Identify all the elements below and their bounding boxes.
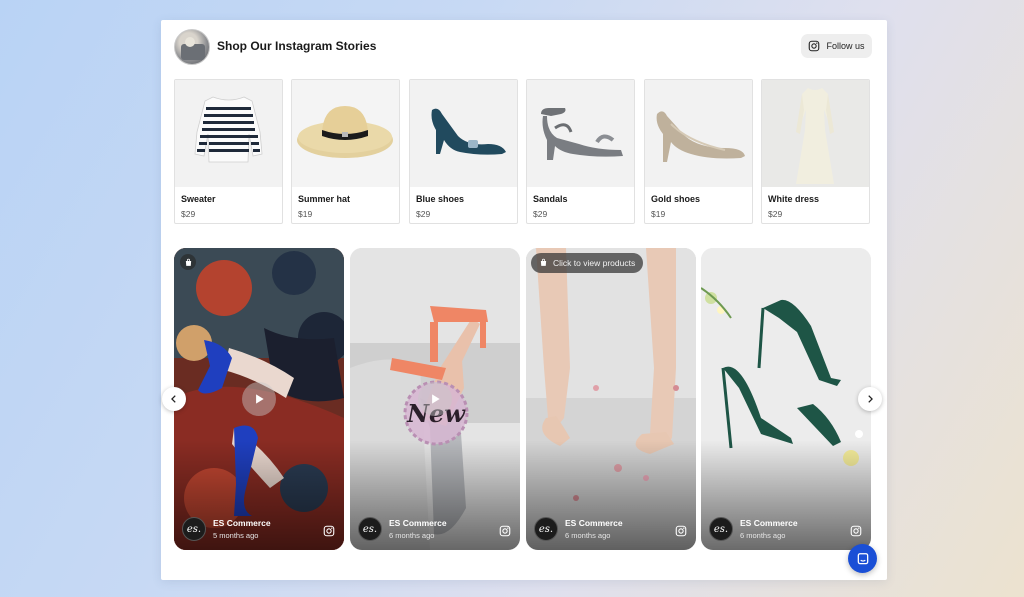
story-account-name: ES Commerce [740, 518, 798, 528]
product-row: Sweater $29 Summer hat $19 Blue shoes $2… [174, 79, 871, 224]
brand-logo: es. [358, 517, 382, 541]
product-name: Gold shoes [651, 194, 701, 204]
gray-sandal-icon [541, 108, 623, 160]
product-name: Sandals [533, 194, 568, 204]
blue-pump-icon [431, 108, 506, 155]
story-account-name: ES Commerce [213, 518, 271, 528]
product-name: Summer hat [298, 194, 351, 204]
product-name: Sweater [181, 194, 216, 204]
story-timestamp: 6 months ago [565, 531, 611, 540]
shopping-bag-icon [540, 258, 547, 266]
product-card-sandals[interactable]: Sandals $29 [526, 79, 635, 224]
carousel-prev-button[interactable] [162, 387, 186, 411]
story-account-name: ES Commerce [389, 518, 447, 528]
chat-launcher-button[interactable] [848, 544, 877, 573]
product-image [527, 80, 634, 187]
play-icon [256, 394, 264, 404]
brand-logo: es. [534, 517, 558, 541]
play-button[interactable] [242, 382, 276, 416]
product-card-sweater[interactable]: Sweater $29 [174, 79, 283, 224]
story-timestamp: 6 months ago [389, 531, 435, 540]
story-timestamp: 5 months ago [213, 531, 259, 540]
brand-logo: es. [709, 517, 733, 541]
product-price: $19 [651, 209, 666, 219]
follow-us-button[interactable]: Follow us [801, 34, 872, 58]
product-price: $29 [181, 209, 196, 219]
instagram-icon[interactable] [323, 525, 335, 537]
story-card-2[interactable]: New es. ES Commerce 6 months ago [350, 248, 520, 550]
shopping-bag-badge[interactable] [180, 254, 196, 270]
story-account-name: ES Commerce [565, 518, 623, 528]
story-card-1[interactable]: es. ES Commerce 5 months ago [174, 248, 344, 550]
product-image [410, 80, 517, 187]
product-price: $29 [533, 209, 548, 219]
carousel-next-button[interactable] [858, 387, 882, 411]
instagram-icon[interactable] [850, 525, 862, 537]
chevron-right-icon [868, 395, 873, 403]
product-name: Blue shoes [416, 194, 465, 204]
product-price: $29 [416, 209, 431, 219]
instagram-stories-widget: Shop Our Instagram Stories Follow us Swe… [161, 20, 887, 580]
instagram-icon[interactable] [675, 525, 687, 537]
product-card-summer-hat[interactable]: Summer hat $19 [291, 79, 400, 224]
widget-header: Shop Our Instagram Stories Follow us [174, 28, 872, 66]
instagram-icon [809, 40, 820, 52]
play-icon [432, 394, 440, 404]
product-image [292, 80, 399, 187]
view-products-button[interactable]: Click to view products [531, 253, 644, 273]
story-card-3[interactable]: Click to view products es. ES Commerce 6… [526, 248, 696, 550]
shopping-bag-icon [185, 258, 191, 266]
chevron-left-icon [171, 395, 176, 403]
product-card-blue-shoes[interactable]: Blue shoes $29 [409, 79, 518, 224]
gold-pump-icon [656, 111, 745, 162]
straw-hat-icon [297, 106, 393, 158]
story-timestamp: 6 months ago [740, 531, 786, 540]
product-card-white-dress[interactable]: White dress $29 [761, 79, 870, 224]
brand-logo: es. [182, 517, 206, 541]
story-card-4[interactable]: es. ES Commerce 6 months ago [701, 248, 871, 550]
product-card-gold-shoes[interactable]: Gold shoes $19 [644, 79, 753, 224]
product-name: White dress [768, 194, 820, 204]
follow-us-label: Follow us [826, 41, 865, 51]
play-button[interactable] [418, 382, 452, 416]
product-price: $19 [298, 209, 313, 219]
product-image [645, 80, 752, 187]
chat-icon [857, 552, 868, 564]
stories-carousel: es. ES Commerce 5 months ago New es. ES … [174, 248, 871, 550]
striped-sweater-icon [194, 96, 263, 163]
instagram-icon[interactable] [499, 525, 511, 537]
widget-title: Shop Our Instagram Stories [217, 39, 377, 53]
white-dress-icon [796, 88, 834, 184]
view-products-label: Click to view products [553, 258, 636, 268]
product-image [175, 80, 282, 187]
account-avatar[interactable] [174, 29, 210, 65]
product-image [762, 80, 869, 187]
product-price: $29 [768, 209, 783, 219]
